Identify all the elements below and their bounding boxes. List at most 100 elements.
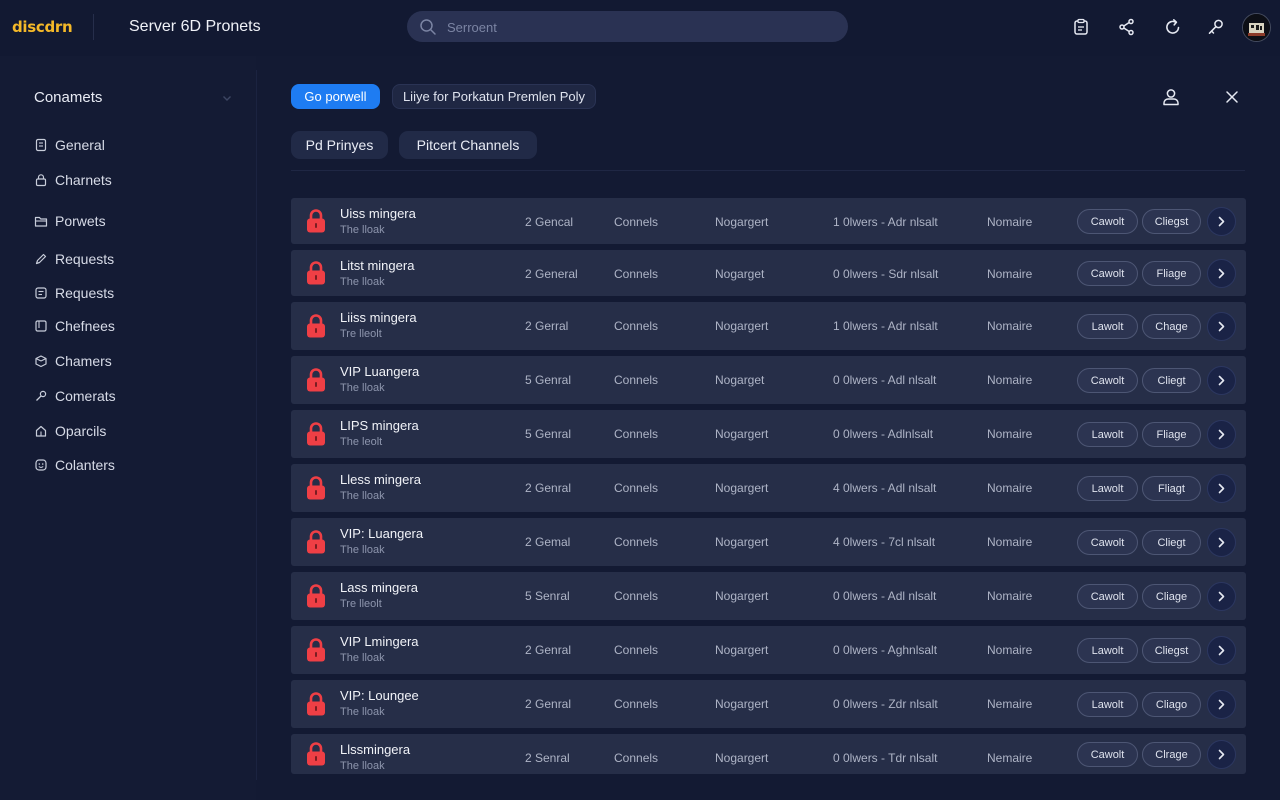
change-button[interactable]: Fliagt	[1142, 476, 1201, 501]
cawolt-button[interactable]: Cawolt	[1077, 368, 1138, 393]
open-channel-button[interactable]	[1207, 740, 1236, 769]
channel-type: Connels	[614, 427, 659, 441]
server-title[interactable]: Server 6D Pronets	[129, 18, 261, 36]
close-icon[interactable]	[1224, 89, 1240, 105]
channel-row[interactable]: VIP: Luangera The lloak 2 Gemal Connels Noga…	[291, 518, 1246, 566]
sidebar-item-colanters[interactable]: Colanters	[34, 455, 234, 475]
sidebar-item-label: Colanters	[55, 457, 115, 473]
cawolt-button[interactable]: Lawolt	[1077, 638, 1138, 663]
change-button[interactable]: Fliage	[1142, 261, 1201, 286]
subfilter-prinyes[interactable]: Pd Prinyes	[291, 131, 388, 159]
search-input[interactable]	[445, 17, 829, 38]
search-bar[interactable]	[407, 11, 848, 42]
sidebar-item-label: Chamers	[55, 353, 112, 369]
channel-permissions: 4 0lwers - Adl nlsalt	[833, 481, 937, 495]
open-channel-button[interactable]	[1207, 528, 1236, 557]
channel-type: Connels	[614, 751, 659, 765]
sidebar-item-requests-2[interactable]: Requests	[34, 283, 234, 303]
lock-icon	[307, 638, 325, 662]
cawolt-button[interactable]: Cawolt	[1077, 261, 1138, 286]
go-porwell-button[interactable]: Go porwell	[291, 84, 380, 109]
cawolt-button[interactable]: Lawolt	[1077, 314, 1138, 339]
list-divider	[291, 170, 1245, 171]
change-button[interactable]: Cliegt	[1142, 368, 1201, 393]
channel-type: Connels	[614, 697, 659, 711]
channel-row[interactable]: Litst mingera The lloak 2 General Connels No…	[291, 250, 1246, 296]
channel-subtitle: The lloak	[340, 760, 385, 772]
chevron-right-icon	[1218, 537, 1225, 548]
channel-permissions: 4 0lwers - 7cl nlsalt	[833, 535, 936, 549]
channel-row[interactable]: Lless mingera The lloak 2 Genral Connels Nog…	[291, 464, 1246, 512]
cawolt-button[interactable]: Cawolt	[1077, 584, 1138, 609]
channel-subtitle: The lloak	[340, 706, 385, 718]
cawolt-button[interactable]: Lawolt	[1077, 476, 1138, 501]
channel-permissions: 0 0lwers - Adl nlsalt	[833, 373, 937, 387]
change-button[interactable]: Cliago	[1142, 692, 1201, 717]
open-channel-button[interactable]	[1207, 690, 1236, 719]
sidebar-item-porwets[interactable]: Porwets	[34, 211, 234, 231]
sidebar-item-general[interactable]: General	[34, 135, 234, 155]
channel-subtitle: The leolt	[340, 436, 383, 448]
sidebar-item-label: Charnets	[55, 172, 112, 188]
change-button[interactable]: Cliage	[1142, 584, 1201, 609]
channel-subtitle: The lloak	[340, 544, 385, 556]
sidebar-title[interactable]: Conamets	[34, 89, 102, 106]
channel-type: Connels	[614, 267, 659, 281]
cawolt-button[interactable]: Lawolt	[1077, 422, 1138, 447]
channel-row[interactable]: Uiss mingera The lloak 2 Gencal Connels Noga…	[291, 198, 1246, 244]
change-button[interactable]: Cliegst	[1142, 638, 1201, 663]
cawolt-button[interactable]: Lawolt	[1077, 692, 1138, 717]
channel-status: Nomaire	[987, 643, 1033, 657]
channel-status: Nomaire	[987, 267, 1033, 281]
cawolt-button[interactable]: Cawolt	[1077, 209, 1138, 234]
channel-status: Nemaire	[987, 751, 1033, 765]
user-icon[interactable]	[1161, 87, 1181, 107]
channel-row[interactable]: VIP Lmingera The lloak 2 Genral Connels Noga…	[291, 626, 1246, 674]
change-button[interactable]: Cliegt	[1142, 530, 1201, 555]
lock-icon	[307, 742, 325, 766]
channel-row[interactable]: Llssmingera The lloak 2 Senral Connels Nogar…	[291, 734, 1246, 774]
cawolt-button[interactable]: Cawolt	[1077, 742, 1138, 767]
channel-status: Nomaire	[987, 481, 1033, 495]
chevron-right-icon	[1218, 429, 1225, 440]
channel-row[interactable]: VIP: Loungee The lloak 2 Genral Connels Noga…	[291, 680, 1246, 728]
channel-row[interactable]: LIPS mingera The leolt 5 Genral Connels Noga…	[291, 410, 1246, 458]
open-channel-button[interactable]	[1207, 312, 1236, 341]
channel-row[interactable]: VIP Luangera The lloak 5 Genral Connels Noga…	[291, 356, 1246, 404]
chevron-right-icon	[1218, 483, 1225, 494]
sidebar-item-oparcils[interactable]: Oparcils	[34, 421, 234, 441]
top-divider	[93, 14, 94, 40]
premium-filter-button[interactable]: Liiye for Porkatun Premlen Poly	[392, 84, 596, 109]
open-channel-button[interactable]	[1207, 636, 1236, 665]
change-button[interactable]: Cliegst	[1142, 209, 1201, 234]
share-icon[interactable]	[1117, 17, 1137, 37]
open-channel-button[interactable]	[1207, 474, 1236, 503]
clipboard-icon[interactable]	[1071, 17, 1091, 37]
open-channel-button[interactable]	[1207, 259, 1236, 288]
channel-manager: Nogarget	[715, 267, 765, 281]
subfilter-channels[interactable]: Pitcert Channels	[399, 131, 537, 159]
channel-manager: Nogargert	[715, 427, 769, 441]
sidebar-item-chamers[interactable]: Chamers	[34, 351, 234, 371]
sidebar-item-comerats[interactable]: Comerats	[34, 386, 234, 406]
open-channel-button[interactable]	[1207, 582, 1236, 611]
open-channel-button[interactable]	[1207, 420, 1236, 449]
change-button[interactable]: Clrage	[1142, 742, 1201, 767]
open-channel-button[interactable]	[1207, 366, 1236, 395]
sidebar-item-chefnees[interactable]: Chefnees	[34, 316, 234, 336]
user-avatar[interactable]	[1242, 13, 1271, 42]
key-icon	[36, 390, 47, 401]
sidebar-item-requests[interactable]: Requests	[34, 249, 234, 269]
chevron-down-icon[interactable]	[221, 92, 233, 104]
open-channel-button[interactable]	[1207, 207, 1236, 236]
channel-status: Nomaire	[987, 589, 1033, 603]
sidebar-item-charnets[interactable]: Charnets	[34, 170, 234, 190]
app-logo[interactable]: discdrn	[12, 18, 73, 36]
cawolt-button[interactable]: Cawolt	[1077, 530, 1138, 555]
key-icon[interactable]	[1206, 17, 1226, 37]
channel-row[interactable]: Lass mingera Tre lleolt 5 Senral Connels Nog…	[291, 572, 1246, 620]
channel-row[interactable]: Liiss mingera Tre lleolt 2 Gerral Connels No…	[291, 302, 1246, 350]
refresh-icon[interactable]	[1163, 17, 1183, 37]
change-button[interactable]: Fliage	[1142, 422, 1201, 447]
change-button[interactable]: Chage	[1142, 314, 1201, 339]
